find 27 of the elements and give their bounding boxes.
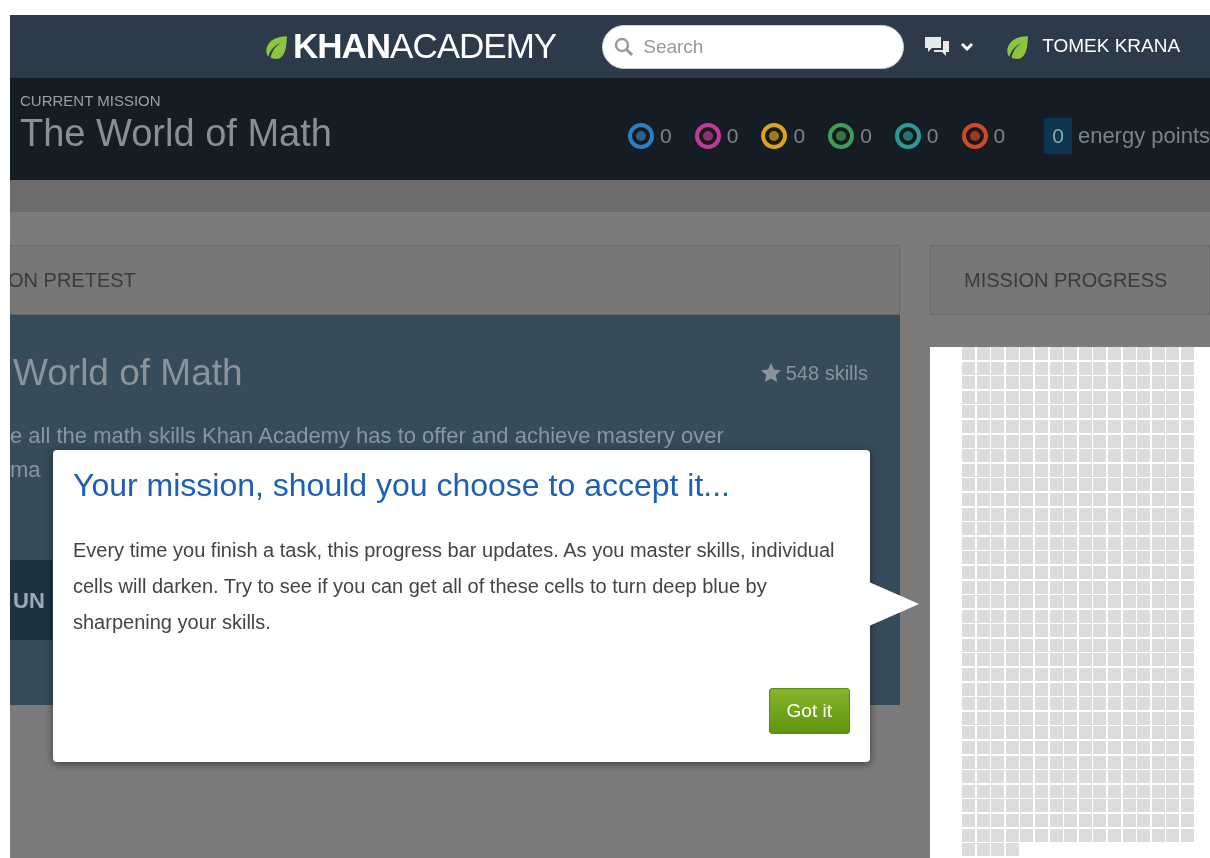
panel-title: MISSION PROGRESS (964, 268, 1168, 293)
badge-count: 0 (660, 123, 672, 149)
mission-title: World of Math (13, 351, 243, 395)
energy-points-count: 0 (1044, 118, 1072, 154)
user-name-link[interactable]: TOMEK KRANA (1042, 32, 1181, 61)
caret-icon[interactable] (960, 41, 975, 52)
badge-count: 0 (993, 123, 1006, 149)
skills-count: 548 skills (785, 360, 868, 386)
badge-count: 0 (793, 123, 806, 149)
mission-label: CURRENT MISSION (20, 91, 162, 111)
search-field[interactable]: Search (602, 24, 905, 69)
energy-points-label: energy points (1077, 122, 1210, 151)
tooltip-text: Every time you finish a task, this progress bar updates. As you master skills, individual cells will darken. Try to see if you can get all of these cells to turn deep blue by sharpening your skills. (73, 538, 836, 636)
badge-count: 0 (926, 123, 939, 149)
star-icon (760, 363, 781, 383)
badge-count: 0 (860, 123, 872, 149)
tooltip-title: Your mission, should you choose to accept it... (73, 466, 731, 505)
logo-link[interactable]: KHANACADEMY (263, 20, 557, 73)
badge-count: 0 (726, 123, 739, 149)
description-text: ma (10, 455, 41, 484)
start-button[interactable]: UN (10, 560, 52, 640)
leaf-icon (263, 33, 289, 60)
leaf-icon (1004, 33, 1031, 60)
search-icon (614, 36, 635, 57)
description-text: e all the math skills Khan Academy has to offer and achieve mastery over (10, 421, 724, 450)
mission-title: The World of Math (20, 112, 332, 155)
logo-text: KHANACADEMY (293, 25, 557, 68)
